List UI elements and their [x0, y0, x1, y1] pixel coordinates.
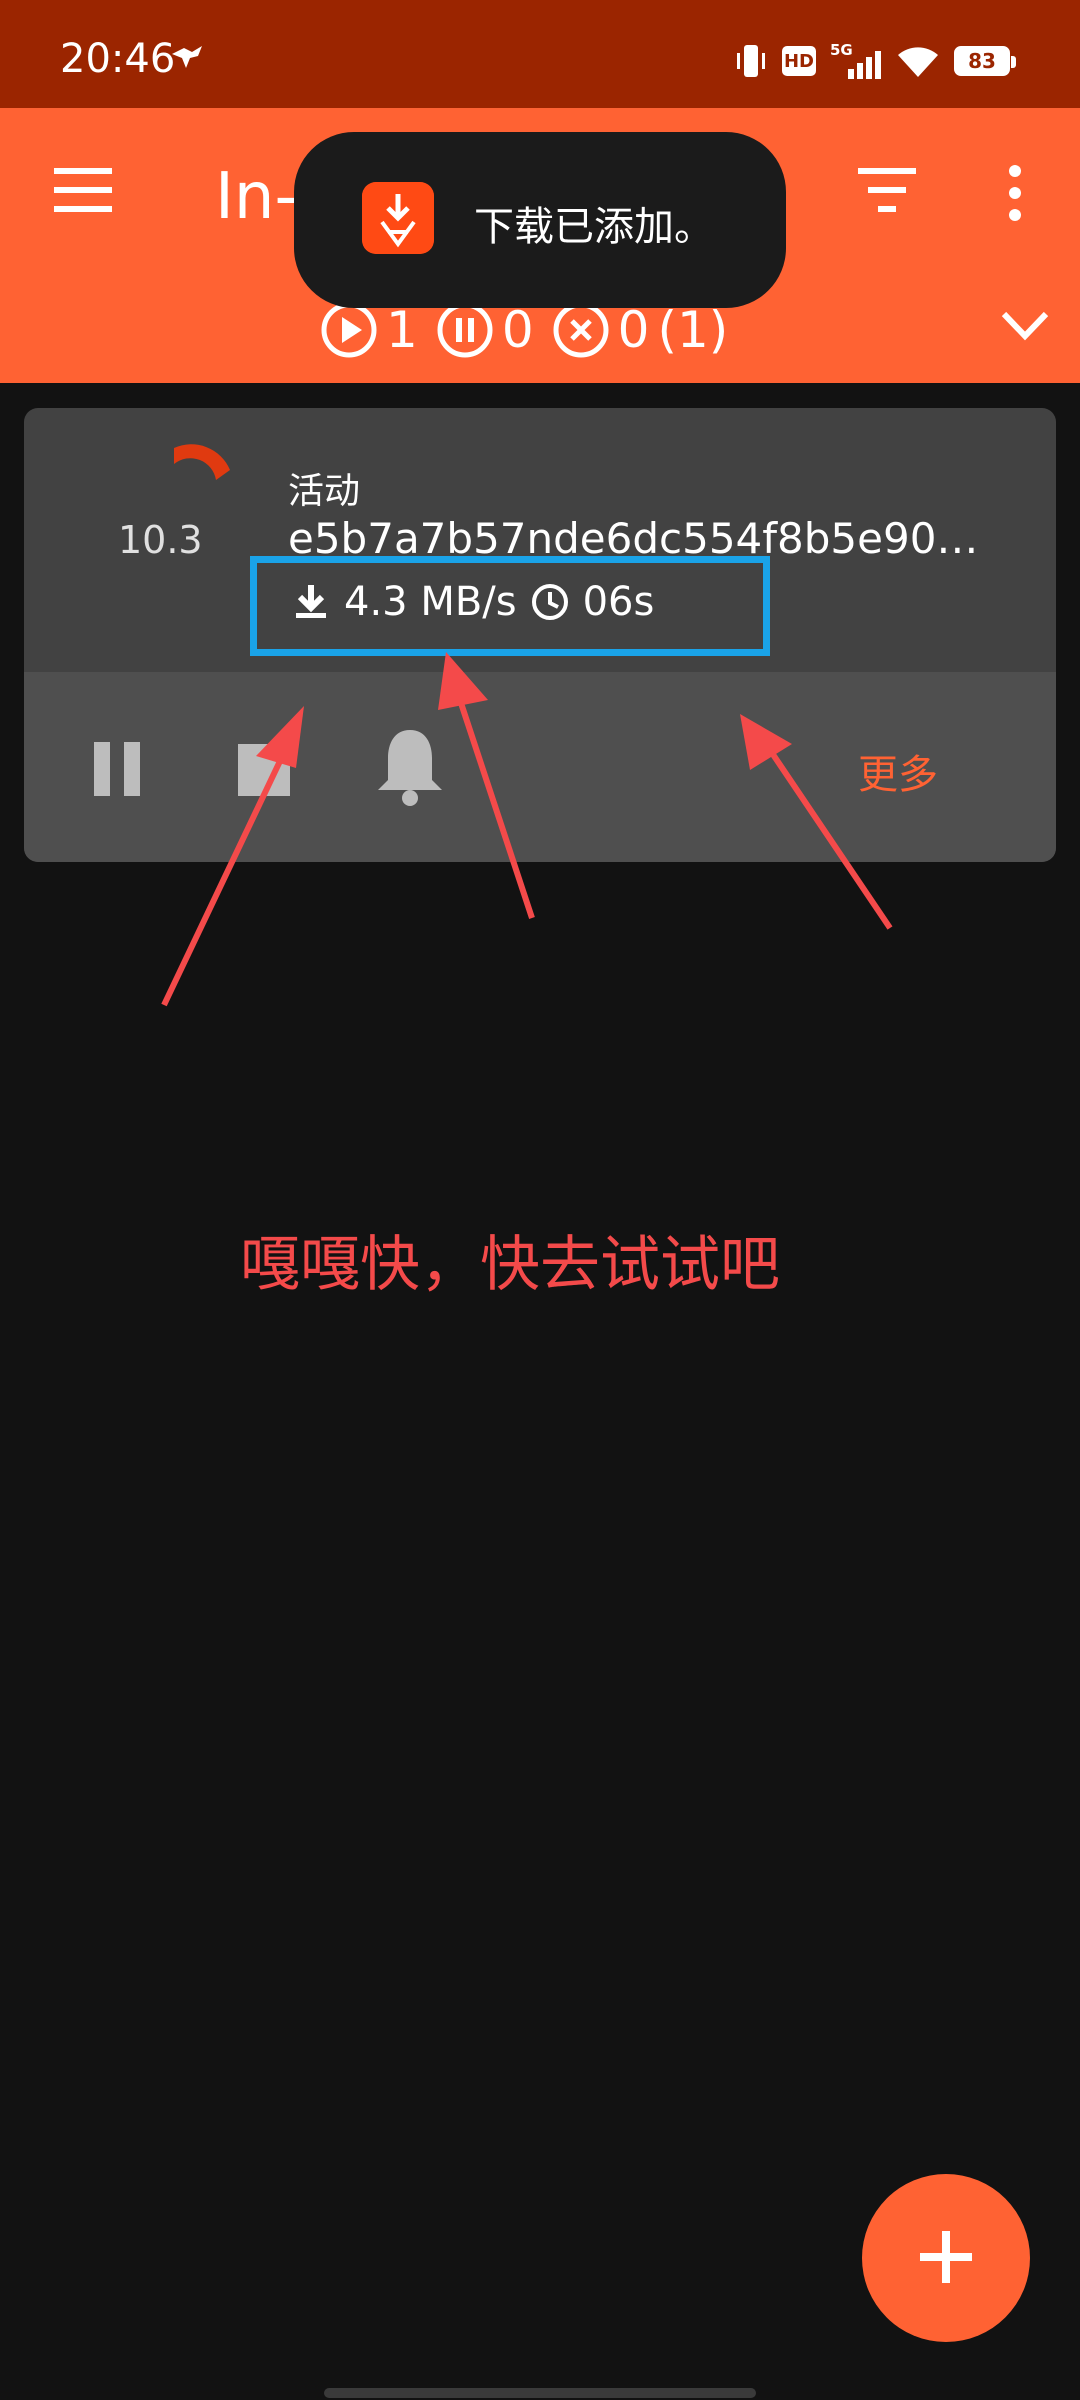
annotation-text: 嘎嘎快，快去试试吧 — [240, 1230, 780, 1300]
plus-icon — [920, 2230, 972, 2283]
arrow-middle — [438, 652, 535, 919]
gesture-nav-handle[interactable] — [324, 2388, 756, 2398]
arrow-right — [740, 714, 893, 930]
add-torrent-button[interactable] — [862, 2174, 1030, 2342]
annotation-arrows — [161, 652, 893, 1007]
arrow-left — [161, 706, 304, 1007]
